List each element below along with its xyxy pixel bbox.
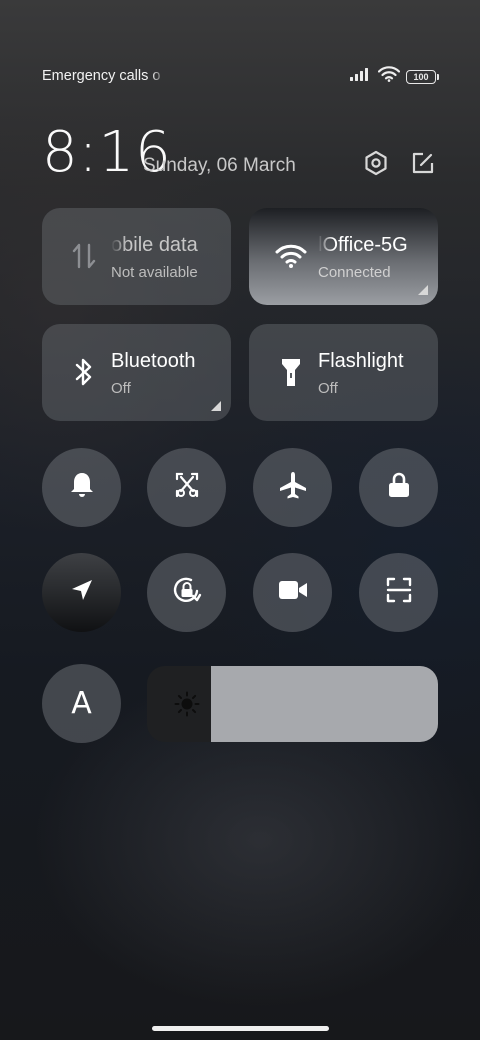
tile-wifi-title: lOffice-5G [318,234,408,256]
tile-bluetooth-title: Bluetooth [111,350,196,372]
lock-icon [386,471,412,504]
tile-bluetooth[interactable]: Bluetooth Off [42,324,231,421]
brightness-slider-fill [211,666,438,742]
signal-icon [350,67,372,86]
tile-bluetooth-status: Off [111,380,131,397]
edit-tiles-button[interactable] [409,151,437,179]
expand-corner-icon[interactable] [211,401,221,411]
tile-mobile-data-title: obile data [111,234,198,256]
tile-flashlight-status: Off [318,380,338,397]
ringer-toggle[interactable] [42,448,121,527]
tile-wifi[interactable]: lOffice-5G Connected [249,208,438,305]
location-toggle[interactable] [42,553,121,632]
settings-hexagon-icon [363,150,389,181]
tile-flashlight[interactable]: Flashlight Off [249,324,438,421]
tile-mobile-data[interactable]: obile data Not available [42,208,231,305]
airplane-mode-toggle[interactable] [253,448,332,527]
status-icons: 100 [350,66,439,87]
expand-corner-icon[interactable] [418,285,428,295]
scan-frame-icon [385,576,413,609]
home-indicator[interactable] [152,1026,329,1031]
airplane-icon [278,470,308,505]
tile-mobile-data-status: Not available [111,264,198,281]
rotation-lock-icon [171,574,203,611]
rotation-lock-toggle[interactable] [147,553,226,632]
screen-recorder-toggle[interactable] [253,553,332,632]
battery-icon: 100 [406,69,439,84]
sun-icon [173,690,201,718]
bluetooth-icon [66,354,102,390]
screenshot-toggle[interactable] [147,448,226,527]
auto-brightness-label: A [71,686,92,721]
mobile-data-arrows-icon [66,238,102,274]
edit-icon [410,150,436,181]
tile-wifi-status: Connected [318,264,391,281]
auto-brightness-toggle[interactable]: A [42,664,121,743]
tile-flashlight-title: Flashlight [318,350,404,372]
flashlight-icon [273,354,309,390]
video-camera-icon [278,579,308,606]
lock-screen-toggle[interactable] [359,448,438,527]
wifi-icon [273,238,309,274]
bell-icon [69,471,95,504]
settings-button[interactable] [362,150,390,181]
brightness-slider[interactable] [147,666,438,742]
wifi-status-icon [377,66,401,87]
location-arrow-icon [69,577,95,608]
date-text: Sunday, 06 March [143,155,296,176]
screenshot-scissors-icon [173,471,201,504]
carrier-status-text: Emergency calls o [42,68,161,84]
scanner-toggle[interactable] [359,553,438,632]
